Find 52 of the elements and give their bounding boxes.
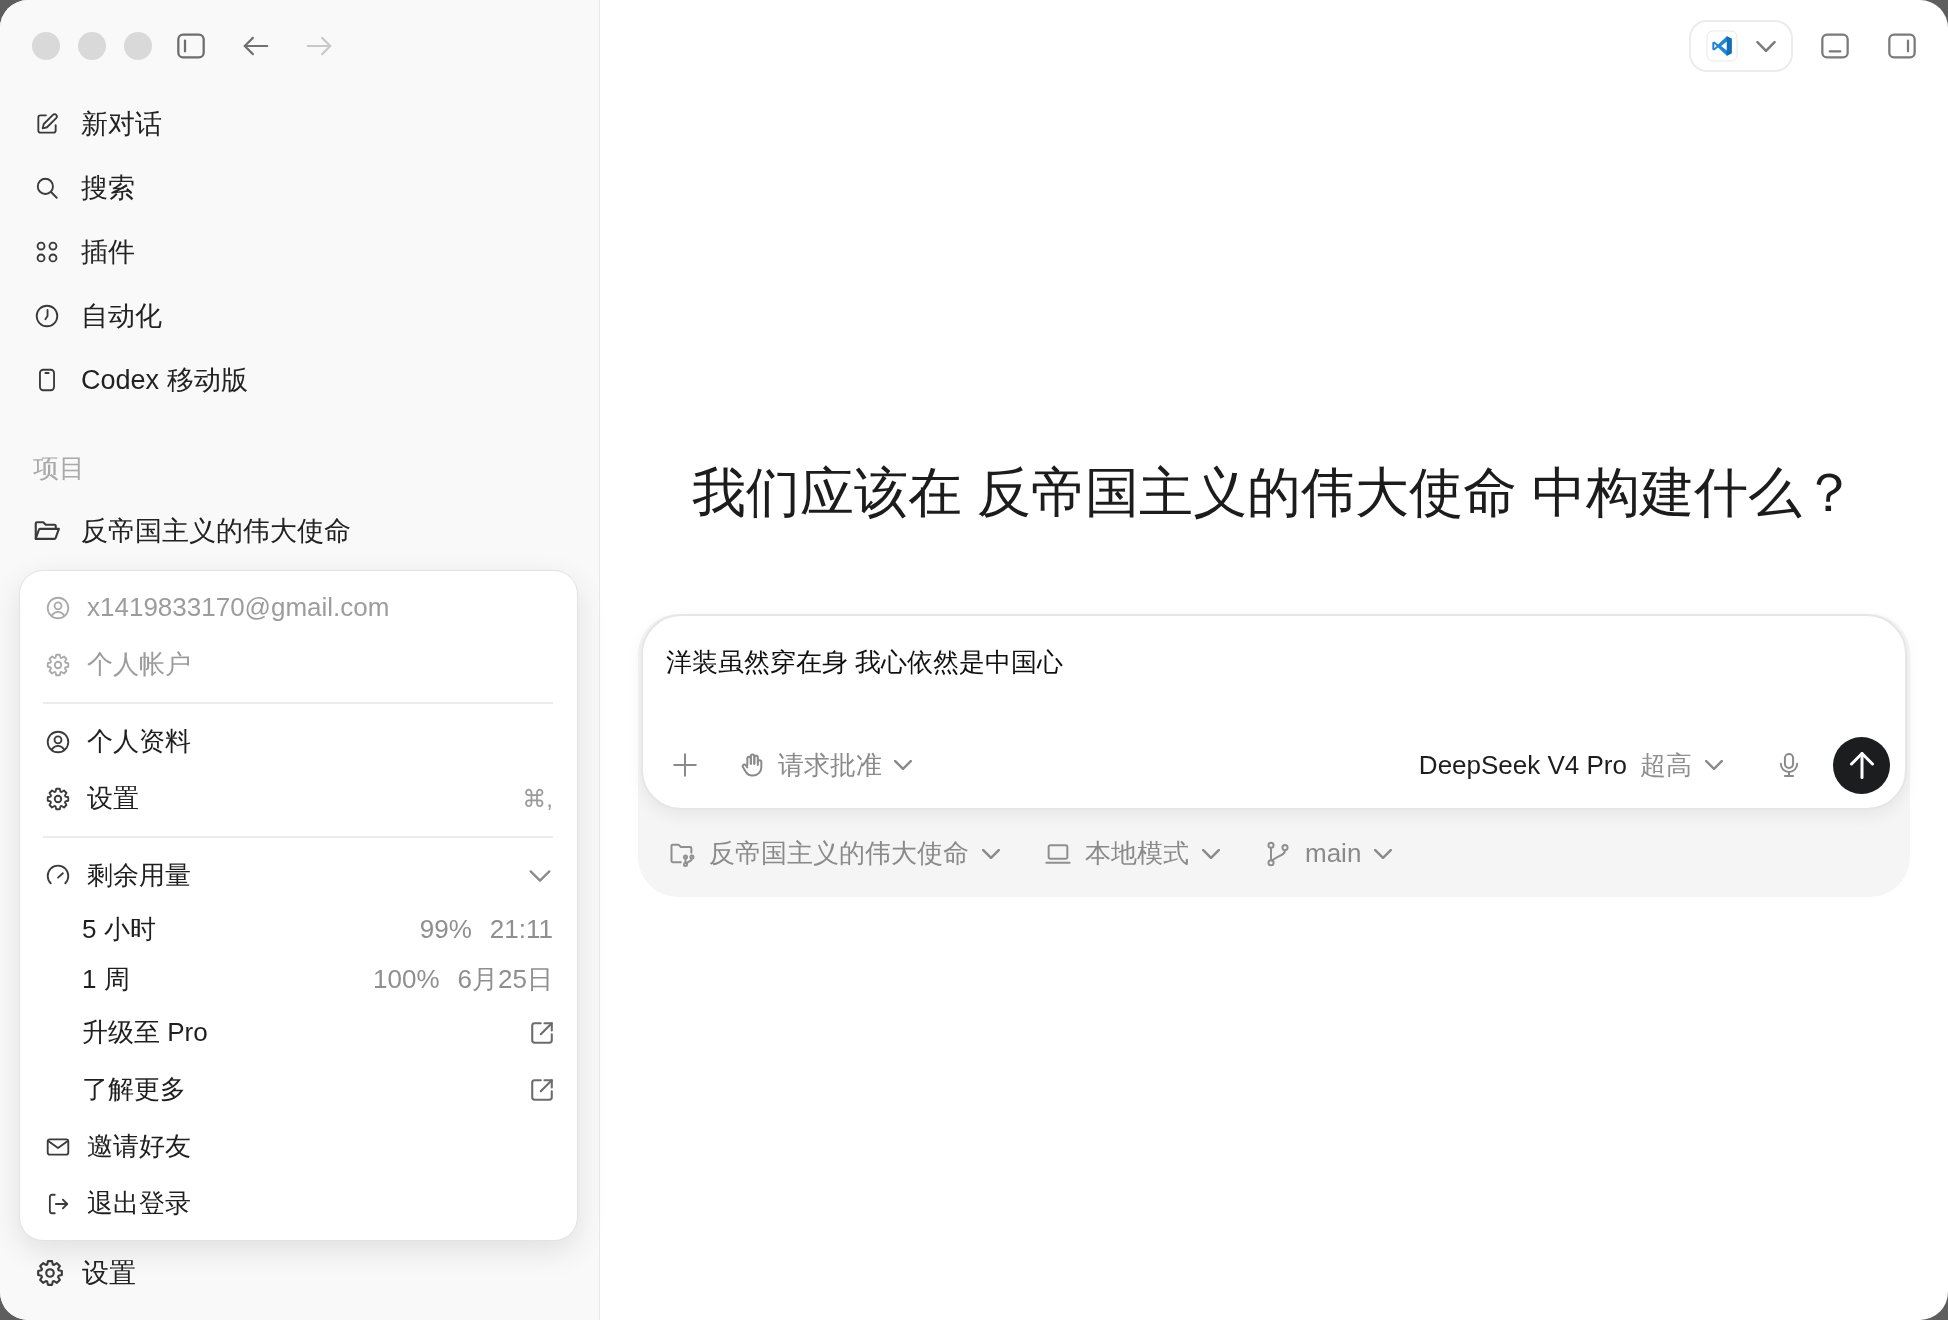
usage-percent: 99% — [419, 913, 472, 945]
chevron-down-icon — [1202, 848, 1220, 859]
app-logo-icon — [1706, 30, 1738, 62]
chevron-down-icon — [1756, 40, 1776, 52]
clock-icon — [34, 303, 60, 329]
nav-item[interactable]: Codex 移动版 — [0, 348, 599, 412]
project-item[interactable]: 反帝国主义的伟大使命 — [0, 499, 599, 563]
dots-grid-icon — [34, 239, 60, 265]
nav-item[interactable]: 搜索 — [0, 156, 599, 220]
chevron-down-icon — [982, 848, 1000, 859]
chevron-down-icon — [894, 760, 912, 770]
plus-icon[interactable] — [673, 753, 697, 777]
menu-link[interactable]: 了解更多 — [45, 1061, 553, 1118]
editor-picker-button[interactable] — [1689, 20, 1793, 72]
menu-item: 个人帐户 — [45, 636, 553, 693]
menu-item[interactable]: 邀请好友 — [45, 1118, 553, 1175]
send-button[interactable] — [1833, 736, 1890, 794]
external-link-icon — [531, 1078, 553, 1101]
usage-reset-time: 6月25日 — [457, 962, 553, 996]
chevron-down-icon — [1374, 848, 1393, 859]
settings-item[interactable]: 设置 — [0, 1241, 599, 1305]
user-icon — [45, 594, 71, 621]
compose-icon — [34, 111, 60, 137]
settings-icon — [45, 785, 71, 812]
settings-icon — [45, 651, 71, 678]
nav-item[interactable]: 自动化 — [0, 284, 599, 348]
user-icon — [45, 728, 71, 755]
page-heading: 我们应该在 反帝国主义的伟大使命 中构建什么？ — [692, 461, 1856, 524]
branch-icon — [1264, 839, 1292, 868]
menu-item[interactable]: 设置 ⌘, — [45, 770, 553, 827]
usage-period: 1 周 — [82, 962, 130, 996]
chevron-down-icon — [529, 869, 551, 882]
menu-item: x1419833170@gmail.com — [45, 579, 553, 636]
usage-reset-time: 21:11 — [489, 913, 553, 945]
keyboard-shortcut: ⌘, — [522, 784, 553, 813]
menu-item[interactable]: 剩余用量 — [45, 847, 553, 904]
menu-link[interactable]: 升级至 Pro — [45, 1004, 553, 1061]
nav-item[interactable]: 插件 — [0, 220, 599, 284]
usage-period: 5 小时 — [82, 912, 156, 946]
section-heading: 项目 — [32, 452, 85, 485]
menu-item[interactable]: 个人资料 — [45, 713, 553, 770]
message-field[interactable]: 洋装虽然穿在身 我心依然是中国心 — [666, 645, 1890, 735]
settings-icon — [35, 1258, 65, 1288]
menu-item[interactable]: 退出登录 — [45, 1175, 553, 1232]
usage-percent: 100% — [373, 963, 440, 995]
external-link-icon — [531, 1021, 553, 1044]
model-selector[interactable]: DeepSeek V4 Pro 超高 — [1418, 747, 1723, 783]
search-icon — [34, 175, 60, 201]
effort-level: 超高 — [1640, 748, 1692, 782]
arrow-up-icon — [1849, 751, 1874, 779]
chevron-down-icon — [1705, 760, 1723, 770]
nav-item[interactable]: 新对话 — [0, 92, 599, 156]
